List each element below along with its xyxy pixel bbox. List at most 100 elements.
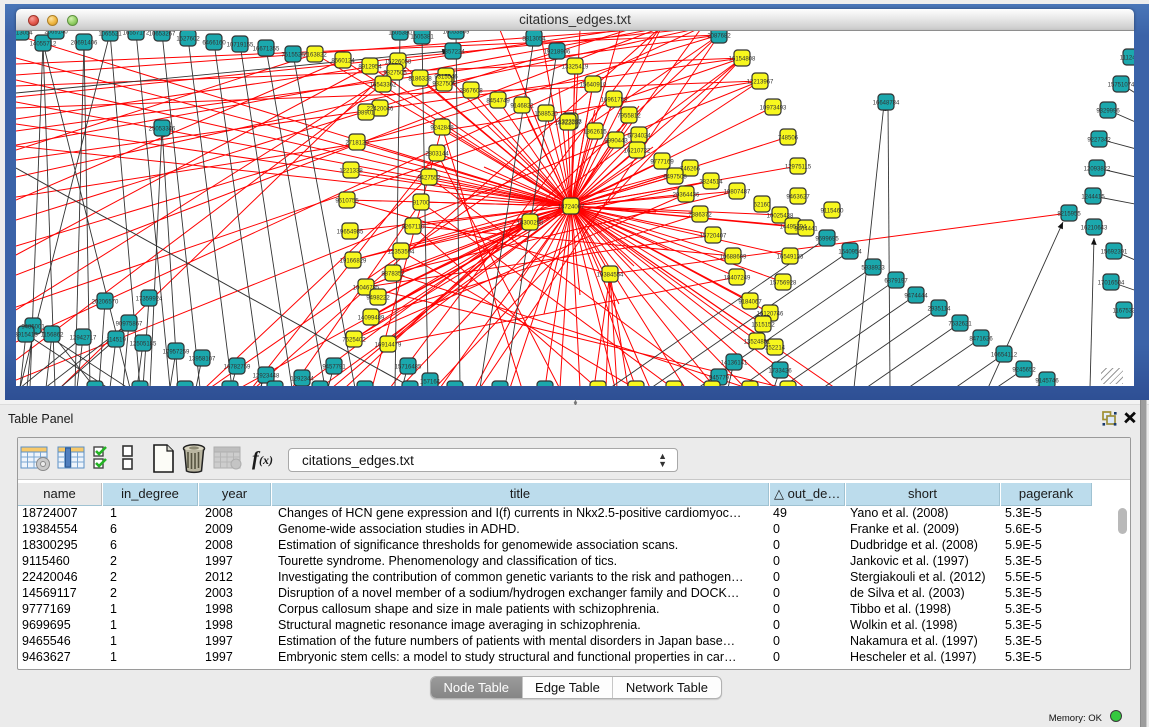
svg-text:3824514: 3824514 <box>699 180 723 186</box>
svg-text:17957259: 17957259 <box>163 350 190 356</box>
svg-text:1167533: 1167533 <box>1113 309 1134 315</box>
svg-text:14136141: 14136141 <box>721 361 748 367</box>
svg-text:10807487: 10807487 <box>724 190 751 196</box>
svg-text:16782759: 16782759 <box>224 365 251 371</box>
svg-text:252214: 252214 <box>765 346 786 352</box>
svg-text:3915413: 3915413 <box>16 333 38 339</box>
svg-text:1065521: 1065521 <box>98 32 122 38</box>
svg-text:7625402: 7625402 <box>342 338 366 344</box>
svg-text:8813054: 8813054 <box>16 31 33 37</box>
svg-text:17359924: 17359924 <box>136 297 163 303</box>
svg-text:13958107: 13958107 <box>189 357 216 363</box>
svg-text:8990443: 8990443 <box>604 139 628 145</box>
svg-text:16210643: 16210643 <box>1081 226 1108 232</box>
svg-text:7955812: 7955812 <box>617 114 641 120</box>
svg-text:10973493: 10973493 <box>760 106 787 112</box>
svg-text:8267110: 8267110 <box>402 225 426 231</box>
svg-text:945779: 945779 <box>709 376 730 382</box>
svg-text:10046785: 10046785 <box>353 286 380 292</box>
svg-text:8471626: 8471626 <box>969 337 993 343</box>
svg-text:12505185: 12505185 <box>130 342 157 348</box>
svg-text:1527602: 1527602 <box>176 37 200 43</box>
svg-text:1605381: 1605381 <box>410 35 434 41</box>
svg-text:13325419: 13325419 <box>562 65 589 71</box>
svg-text:1588520: 1588520 <box>534 112 558 118</box>
svg-text:8215955: 8215955 <box>1057 212 1081 218</box>
svg-text:1156862: 1156862 <box>41 333 65 339</box>
svg-text:16210722: 16210722 <box>624 149 651 155</box>
svg-text:15756928: 15756928 <box>770 281 797 287</box>
svg-text:19166829: 19166829 <box>340 259 367 265</box>
svg-text:9457791: 9457791 <box>322 365 346 371</box>
svg-text:8186328: 8186328 <box>408 77 432 83</box>
svg-text:6497508: 6497508 <box>663 175 687 181</box>
svg-text:6879197: 6879197 <box>884 279 908 285</box>
svg-text:9184067: 9184067 <box>738 300 762 306</box>
svg-text:9146821: 9146821 <box>510 104 534 110</box>
svg-text:6466160: 6466160 <box>202 41 226 47</box>
svg-text:157164: 157164 <box>420 380 441 386</box>
svg-text:(x): (x) <box>259 453 273 467</box>
svg-text:2718120: 2718120 <box>345 141 369 147</box>
svg-text:15751074: 15751074 <box>1108 83 1134 89</box>
svg-text:15720407: 15720407 <box>700 234 727 240</box>
svg-text:8454749: 8454749 <box>486 99 510 105</box>
svg-text:90975867: 90975867 <box>116 322 143 328</box>
svg-text:12093822: 12093822 <box>1084 167 1111 173</box>
svg-text:9777169: 9777169 <box>650 160 674 166</box>
svg-text:9242848: 9242848 <box>430 126 454 132</box>
svg-text:9315546: 9315546 <box>434 75 458 81</box>
svg-text:9474444: 9474444 <box>904 294 928 300</box>
svg-text:9610755: 9610755 <box>335 199 359 205</box>
svg-text:19218906: 19218906 <box>544 50 571 56</box>
svg-text:14099489: 14099489 <box>358 316 385 322</box>
svg-text:15640910: 15640910 <box>580 83 607 89</box>
svg-text:20691406: 20691406 <box>71 41 98 47</box>
svg-text:19384554: 19384554 <box>597 273 624 279</box>
svg-text:8813054: 8813054 <box>522 37 546 43</box>
svg-text:15692391: 15692391 <box>1101 250 1128 256</box>
svg-text:16557172: 16557172 <box>123 31 150 37</box>
svg-text:1292344: 1292344 <box>290 377 314 383</box>
svg-text:20206570: 20206570 <box>92 300 119 306</box>
svg-text:20364436: 20364436 <box>673 193 700 199</box>
svg-text:16543362: 16543362 <box>370 83 397 89</box>
svg-text:62160: 62160 <box>754 203 771 209</box>
svg-text:9327505: 9327505 <box>383 71 407 77</box>
svg-text:98901: 98901 <box>358 111 375 117</box>
svg-text:9115460: 9115460 <box>821 209 845 215</box>
svg-text:2803144: 2803144 <box>425 152 449 158</box>
svg-text:16671355: 16671355 <box>253 47 280 53</box>
svg-text:1615152: 1615152 <box>751 323 775 329</box>
svg-text:1221338: 1221338 <box>339 169 363 175</box>
svg-text:91700: 91700 <box>413 201 430 207</box>
svg-text:12942717: 12942717 <box>70 336 97 342</box>
svg-text:10688609: 10688609 <box>720 255 747 261</box>
svg-text:7386372: 7386372 <box>688 213 712 219</box>
svg-text:8878352: 8878352 <box>381 272 405 278</box>
svg-text:7357224: 7357224 <box>441 50 465 56</box>
svg-text:1733426: 1733426 <box>768 369 792 375</box>
svg-text:12923448: 12923448 <box>253 374 280 380</box>
svg-text:14055712: 14055712 <box>30 42 57 48</box>
svg-text:9464441: 9464441 <box>794 227 818 233</box>
svg-text:12213967: 12213967 <box>747 80 774 86</box>
svg-text:12975115: 12975115 <box>785 165 812 171</box>
svg-text:16154808: 16154808 <box>729 57 756 63</box>
svg-text:15226058: 15226058 <box>385 60 412 66</box>
svg-text:16549123: 16549123 <box>777 255 804 261</box>
svg-text:1605380: 1605380 <box>388 31 412 37</box>
svg-text:1362615: 1362615 <box>583 130 607 136</box>
svg-text:10653267: 10653267 <box>149 32 176 38</box>
svg-text:25053346: 25053346 <box>149 127 176 133</box>
svg-text:9245652: 9245652 <box>1012 368 1036 374</box>
svg-text:9498222: 9498222 <box>366 296 390 302</box>
svg-text:9699695: 9699695 <box>815 237 839 243</box>
svg-text:9485001: 9485001 <box>21 325 45 331</box>
svg-text:10654112: 10654112 <box>991 353 1018 359</box>
svg-text:1112453: 1112453 <box>1120 56 1134 62</box>
svg-text:15716485: 15716485 <box>395 365 422 371</box>
svg-text:8912954: 8912954 <box>358 65 382 71</box>
svg-text:18300295: 18300295 <box>517 221 544 227</box>
svg-text:5938923: 5938923 <box>861 266 885 272</box>
